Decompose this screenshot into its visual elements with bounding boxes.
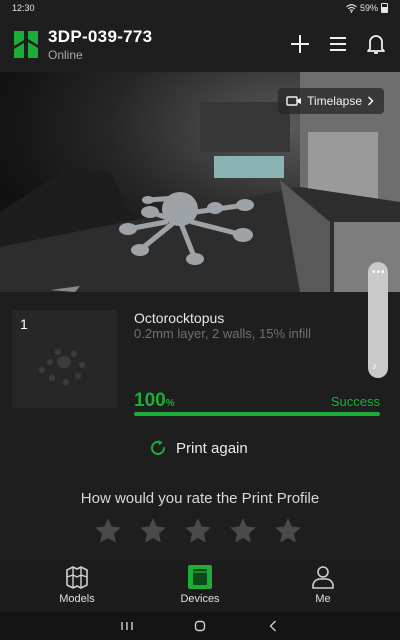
tab-models-label: Models [59, 593, 95, 605]
tab-devices[interactable]: Devices [167, 560, 233, 612]
tab-me[interactable]: Me [290, 560, 356, 612]
back-button[interactable] [261, 616, 285, 636]
star-3-icon[interactable] [183, 516, 213, 546]
progress-percent: 100% [134, 390, 175, 412]
wifi-icon [346, 3, 357, 13]
more-options-icon: ••• [372, 267, 386, 278]
home-icon [194, 620, 206, 632]
print-again-label: Print again [176, 439, 248, 457]
menu-icon [330, 37, 346, 51]
star-5-icon[interactable] [273, 516, 303, 546]
camera-live-view[interactable]: Timelapse [0, 72, 400, 292]
bottom-tab-bar: Models Devices Me [0, 560, 400, 612]
tab-models[interactable]: Models [44, 560, 110, 612]
add-device-button[interactable] [288, 32, 312, 56]
system-nav-bar [0, 612, 400, 640]
battery-icon [381, 3, 388, 13]
chevron-right-icon [367, 96, 374, 106]
rating-prompt: How would you rate the Print Profile [80, 490, 320, 507]
recent-apps-button[interactable] [115, 616, 139, 636]
star-4-icon[interactable] [228, 516, 258, 546]
star-2-icon[interactable] [138, 516, 168, 546]
job-details: 0.2mm layer, 2 walls, 15% infill [134, 326, 312, 341]
progress-value: 100 [134, 390, 166, 411]
tab-devices-label: Devices [180, 593, 220, 605]
plus-icon [291, 35, 309, 53]
device-name: 3DP-039-773 [48, 26, 153, 46]
notifications-button[interactable] [364, 32, 388, 56]
header-actions [288, 32, 388, 56]
star-1-icon[interactable] [93, 516, 123, 546]
battery-percent: 59% [359, 3, 378, 13]
brand-logo-icon [14, 31, 38, 58]
status-time: 12:30 [12, 3, 35, 13]
model-preview-image [39, 349, 85, 385]
device-info[interactable]: 3DP-039-773 Online [48, 27, 152, 62]
devices-icon [188, 565, 212, 589]
bell-icon [367, 35, 385, 54]
video-camera-icon [286, 96, 302, 106]
star-rating [93, 516, 303, 546]
models-icon [66, 566, 88, 589]
refresh-icon [151, 440, 165, 455]
back-icon [269, 620, 277, 632]
progress-bar [134, 412, 380, 416]
status-indicators: 59% [346, 3, 388, 13]
menu-button[interactable] [326, 32, 350, 56]
print-job-card: 1 Octorocktopus 0.2mm layer, 2 walls, 15… [0, 292, 400, 432]
model-thumbnail[interactable]: 1 [12, 310, 117, 408]
tab-me-label: Me [315, 593, 331, 605]
system-status-bar: 12:30 59% [0, 0, 400, 16]
timelapse-button[interactable]: Timelapse [278, 88, 384, 114]
person-icon [312, 566, 334, 589]
recent-apps-icon [120, 622, 133, 630]
timelapse-label: Timelapse [307, 94, 362, 108]
device-status: Online [48, 47, 83, 62]
progress-unit: % [165, 398, 175, 409]
print-result-status: Success [330, 394, 380, 409]
home-button[interactable] [188, 616, 212, 636]
job-title: Octorocktopus [134, 310, 225, 326]
print-again-button[interactable]: Print again [148, 437, 248, 459]
progress-bar-fill [134, 412, 380, 416]
app-header: 3DP-039-773 Online [0, 16, 400, 72]
